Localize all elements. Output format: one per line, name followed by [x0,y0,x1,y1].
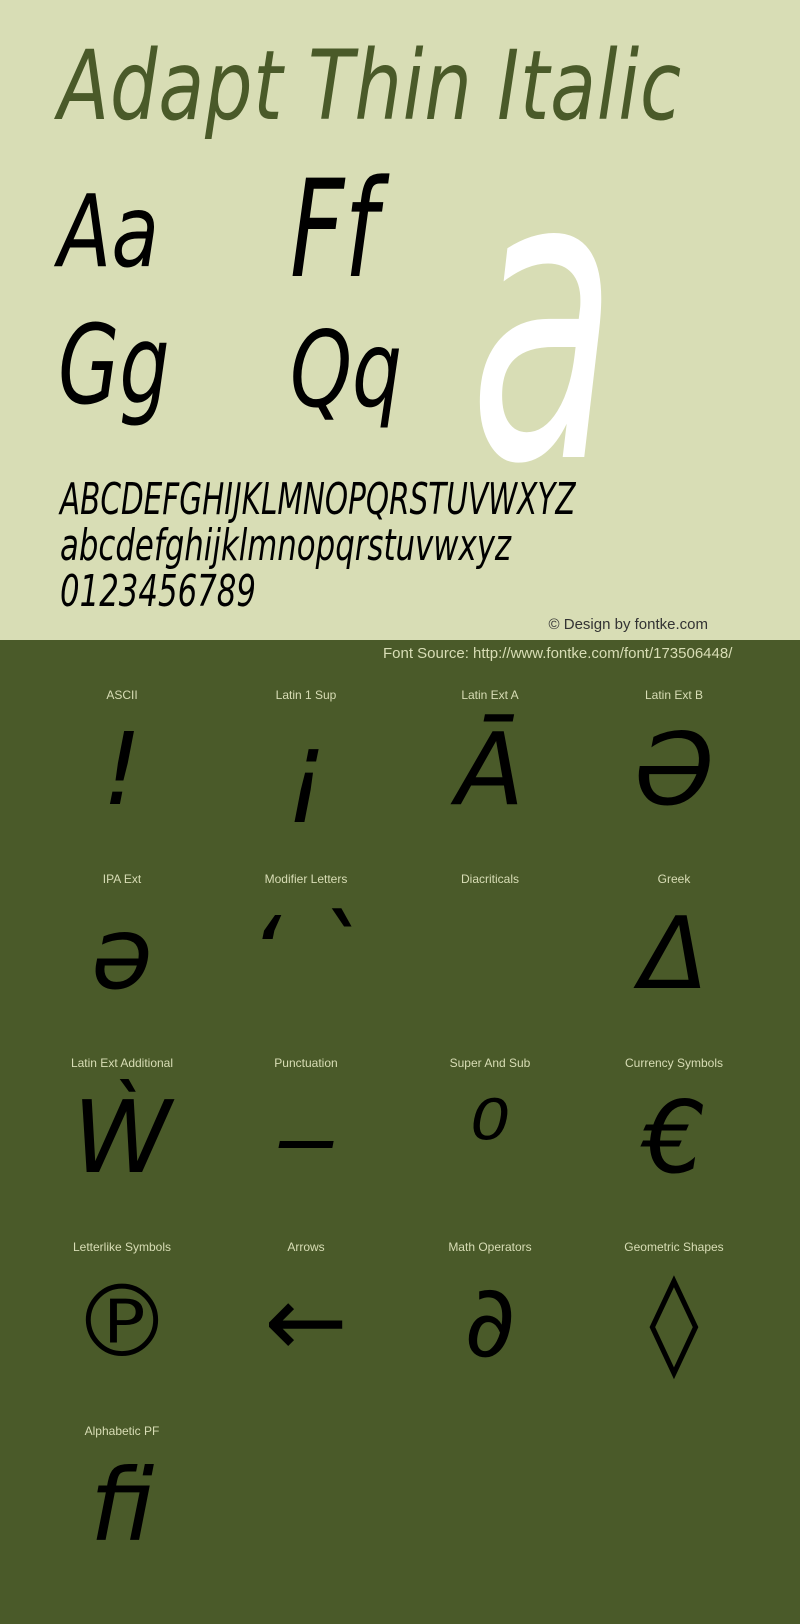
sample-pair-aa: Aa [58,173,160,290]
block-label: Super And Sub [449,1056,531,1070]
unicode-block-cell: Latin 1 Sup ¡ [214,680,398,864]
sample-pair-gg: Gg [58,301,170,429]
block-sample-glyph: ¡ [285,711,327,828]
unicode-block-cell: Diacriticals [398,864,582,1048]
block-sample-glyph: ə [91,895,153,1012]
block-label: Math Operators [448,1240,532,1254]
unicode-block-cell: Super And Sub ⁰ [398,1048,582,1232]
unicode-block-cell: Geometric Shapes ◊ [582,1232,766,1416]
block-sample-glyph: € [642,1079,706,1196]
block-label: Currency Symbols [624,1056,724,1070]
font-preview-header: Adapt Thin Italic Aa Ff Gg Qq a ABCDEFGH… [0,0,800,640]
unicode-block-cell: Math Operators ∂ [398,1232,582,1416]
block-label: Greek [657,872,691,886]
block-label: Latin Ext Additional [70,1056,174,1070]
block-label: Arrows [287,1240,325,1254]
block-label: Latin Ext A [461,688,519,702]
block-sample-glyph: ← [264,1263,348,1380]
uppercase-sample: ABCDEFGHIJKLMNOPQRSTUVWXYZ [60,474,576,525]
unicode-block-cell: Latin Ext B Ə [582,680,766,864]
unicode-block-cell: ASCII! [30,680,214,864]
block-label: Letterlike Symbols [72,1240,172,1254]
design-credit: © Design by fontke.com [548,616,708,633]
block-label: Geometric Shapes [624,1240,724,1254]
block-sample-glyph: Δ [639,895,709,1012]
block-sample-glyph: Ə [634,711,714,828]
block-label: Punctuation [274,1056,338,1070]
unicode-block-cell: Latin Ext Additional Ẁ [30,1048,214,1232]
unicode-block-cell: Letterlike Symbols ℗ [30,1232,214,1416]
unicode-block-cell: Currency Symbols € [582,1048,766,1232]
block-sample-glyph: ℗ [72,1263,172,1380]
unicode-block-cell: Modifier Letters ʻ ˋ [214,864,398,1048]
block-sample-glyph: ‒ [274,1079,338,1196]
block-sample-glyph: ﬁ [89,1447,155,1564]
block-label: Latin 1 Sup [275,688,337,702]
block-sample-glyph: ⁰ [469,1079,511,1196]
unicode-block-cell: Arrows ← [214,1232,398,1416]
lowercase-sample: abcdefghijklmnopqrstuvwxyz [60,520,512,571]
unicode-block-cell: IPA Ext ə [30,864,214,1048]
block-sample-glyph: Ā [455,711,525,828]
block-label: IPA Ext [102,872,142,886]
block-sample-glyph: ʻ ˋ [249,895,363,1012]
sample-pair-qq: Qq [290,309,402,431]
font-source-link[interactable]: Font Source: http://www.fontke.com/font/… [383,645,732,662]
unicode-block-cell: Alphabetic PF ﬁ [30,1416,214,1600]
block-sample-glyph: ! [101,711,143,828]
block-sample-glyph: ∂ [464,1263,516,1380]
block-sample-glyph: Ẁ [72,1079,172,1196]
block-label: Diacriticals [460,872,519,886]
big-sample-glyph: a [470,87,618,552]
unicode-block-cell: Greek Δ [582,864,766,1048]
block-sample-glyph: ◊ [649,1263,699,1380]
block-label: Modifier Letters [264,872,348,886]
unicode-block-cell: Latin Ext A Ā [398,680,582,864]
sample-pair-ff: Ff [290,151,378,308]
block-label: Latin Ext B [644,688,704,702]
block-label: Alphabetic PF [84,1424,160,1438]
unicode-block-cell: Punctuation ‒ [214,1048,398,1232]
block-label: ASCII [106,688,138,702]
digits-sample: 0123456789 [60,566,256,617]
